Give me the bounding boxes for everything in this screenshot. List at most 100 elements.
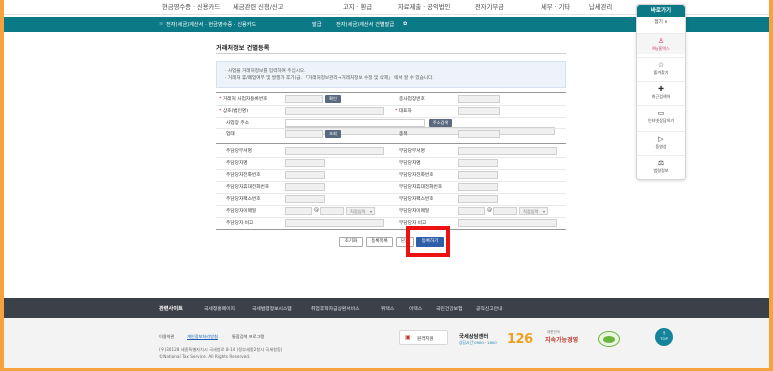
highlight-box: [406, 226, 450, 257]
settings-icon[interactable]: ✿: [403, 21, 407, 27]
memo-input[interactable]: [285, 219, 384, 227]
notice-box: · 사업을 거래처정보를 입력하여 주십시오. · 거래처 휴/폐업여부 및 발…: [216, 61, 566, 88]
breadcrumb-item[interactable]: 전자(세금)계산서 건별발급: [336, 21, 394, 28]
fax-input[interactable]: [285, 195, 325, 203]
related-sites-heading: 관련사이트: [159, 306, 183, 312]
quick-menu-title: 바로가기: [637, 5, 685, 17]
dept2-input[interactable]: [458, 147, 557, 155]
call-center-hours: 상담시간 0900~1800: [459, 340, 497, 345]
email2-id-input[interactable]: [458, 207, 485, 215]
divider: [216, 92, 566, 93]
dept-input[interactable]: [285, 147, 384, 155]
recent-search-icon: ✚: [658, 85, 664, 93]
gavel-icon: ⚖: [657, 159, 665, 167]
email-domain-select[interactable]: 직접입력: [346, 207, 375, 215]
quick-item-recent-search[interactable]: ✚ 최근검색어: [637, 81, 685, 102]
email2-domain-input[interactable]: [493, 207, 517, 215]
dept2-label: 부담당부서명: [399, 149, 425, 154]
topnav-item[interactable]: 세무 · 기타: [541, 2, 570, 11]
memo2-input[interactable]: [458, 219, 557, 227]
quick-item-label: 법령정보: [653, 168, 669, 173]
related-link[interactable]: 위택스: [381, 305, 394, 312]
certification-logo: [598, 331, 620, 347]
related-link[interactable]: 국세법령정보시스템: [252, 305, 292, 312]
branch-no-input[interactable]: [458, 95, 500, 103]
list-button[interactable]: 등록목록: [366, 237, 393, 247]
ceo-input[interactable]: [458, 107, 500, 115]
call-center-title: 국세상담센터: [459, 334, 489, 340]
phone-input[interactable]: [285, 171, 325, 179]
divider: [216, 205, 566, 206]
confirm-button[interactable]: 확인: [325, 95, 341, 103]
quick-item-label: 동영상: [655, 144, 667, 149]
notice-line: · 거래처 휴/폐업여부 및 발행가 후기(급. 「거래처정보관리→거래처정보 …: [225, 76, 434, 81]
mobile2-input[interactable]: [458, 183, 498, 191]
name-label: 주담당자명: [226, 161, 248, 166]
monitor-icon: ▭: [657, 109, 665, 117]
page-frame: 현금영수증 · 신용카드 세금관련 신청/신고 고지 · 환급 자료제출 · 공…: [4, 0, 769, 368]
email-label: 주담당자이메일: [226, 209, 257, 214]
privacy-link[interactable]: 개인정보처리방침: [187, 334, 218, 340]
email-id-input[interactable]: [285, 207, 312, 215]
divider: [216, 169, 566, 170]
related-link[interactable]: 국세청홈페이지: [204, 305, 235, 312]
related-link[interactable]: 공직신고안내: [476, 305, 502, 312]
address-search-button[interactable]: 주소검색: [429, 119, 452, 127]
fold-button[interactable]: 접기 ∨: [637, 19, 685, 25]
menu-icon[interactable]: ≡: [159, 21, 163, 27]
topnav-item[interactable]: 자료제출 · 공익법인: [398, 2, 450, 11]
related-link[interactable]: 이택스: [409, 305, 422, 312]
biz-item-input[interactable]: [458, 130, 500, 138]
topnav-item[interactable]: 현금영수증 · 신용카드: [162, 2, 220, 11]
top-button-label: TOP: [660, 336, 668, 341]
address-label: 사업장 주소: [226, 121, 250, 126]
divider: [216, 143, 566, 144]
fax2-input[interactable]: [458, 195, 498, 203]
biz-no-label: * 거래처 사업자등록번호: [219, 97, 268, 102]
person-icon: ♙: [657, 37, 665, 45]
breadcrumb-item[interactable]: 발급: [312, 21, 322, 28]
name2-label: 부담당자명: [399, 161, 421, 166]
mobile-input[interactable]: [285, 183, 325, 191]
remote-support-button[interactable]: ▣ 원격지원: [399, 330, 448, 345]
biz-no-input[interactable]: [285, 95, 323, 103]
breadcrumb-item[interactable]: 전자(세금)계산서 · 현금영수증 · 신용카드: [166, 21, 256, 28]
email2-label: 부담당자이메일: [399, 209, 430, 214]
type-search-button[interactable]: 조회: [325, 130, 341, 138]
address-input[interactable]: [285, 119, 425, 127]
name-input[interactable]: [285, 159, 325, 167]
topnav-item[interactable]: 전자기부금: [475, 2, 504, 11]
phone2-label: 부담당자전화번호: [399, 173, 434, 178]
topnav-item[interactable]: 세금관련 신청/신고: [233, 2, 283, 11]
quick-item-label: 인터넷상담하기: [647, 118, 675, 123]
divider: [216, 128, 566, 129]
quick-item-video[interactable]: ▷ 동영상: [637, 131, 685, 152]
related-link[interactable]: 국민건강보험: [436, 305, 462, 312]
quick-item-my-hometax[interactable]: ♙ My홈택스: [637, 33, 685, 54]
search-program-link[interactable]: 통합검색 프로그램: [232, 334, 264, 340]
related-link[interactable]: 취업후학자금상환서비스: [311, 305, 360, 312]
copyright-text: ©National Tax Service. All Rights Reserv…: [159, 354, 251, 359]
phone2-input[interactable]: [458, 171, 498, 179]
quick-item-favorites[interactable]: ☆ 즐겨찾기: [637, 57, 685, 78]
quick-item-law-info[interactable]: ⚖ 법령정보: [637, 155, 685, 176]
divider: [216, 193, 566, 194]
at-sign: @: [487, 207, 492, 213]
email-domain-input[interactable]: [320, 207, 344, 215]
biz-item-label: 종목: [399, 132, 408, 137]
topnav-item[interactable]: 고지 · 환급: [343, 2, 372, 11]
notice-line: · 사업을 거래처정보를 입력하여 주십시오.: [225, 69, 306, 74]
mobile-label: 주담당자휴대전화번호: [226, 185, 270, 190]
remote-support-label: 원격지원: [417, 337, 434, 342]
terms-link[interactable]: 이용약관: [159, 334, 174, 340]
name2-input[interactable]: [458, 159, 498, 167]
scroll-top-button[interactable]: ↑ TOP: [655, 328, 673, 346]
company-input[interactable]: [285, 107, 384, 115]
footer: 이용약관 개인정보처리방침 통합검색 프로그램 (우)30128 세종특별자치시…: [4, 318, 769, 368]
reset-button[interactable]: 초기화: [339, 237, 363, 247]
biz-type-input[interactable]: [285, 130, 323, 138]
topnav-item[interactable]: 납세관리: [589, 2, 612, 11]
quick-item-online-consult[interactable]: ▭ 인터넷상담하기: [637, 105, 685, 126]
play-icon: ▷: [658, 135, 664, 143]
email2-domain-select[interactable]: 직접입력: [519, 207, 548, 215]
